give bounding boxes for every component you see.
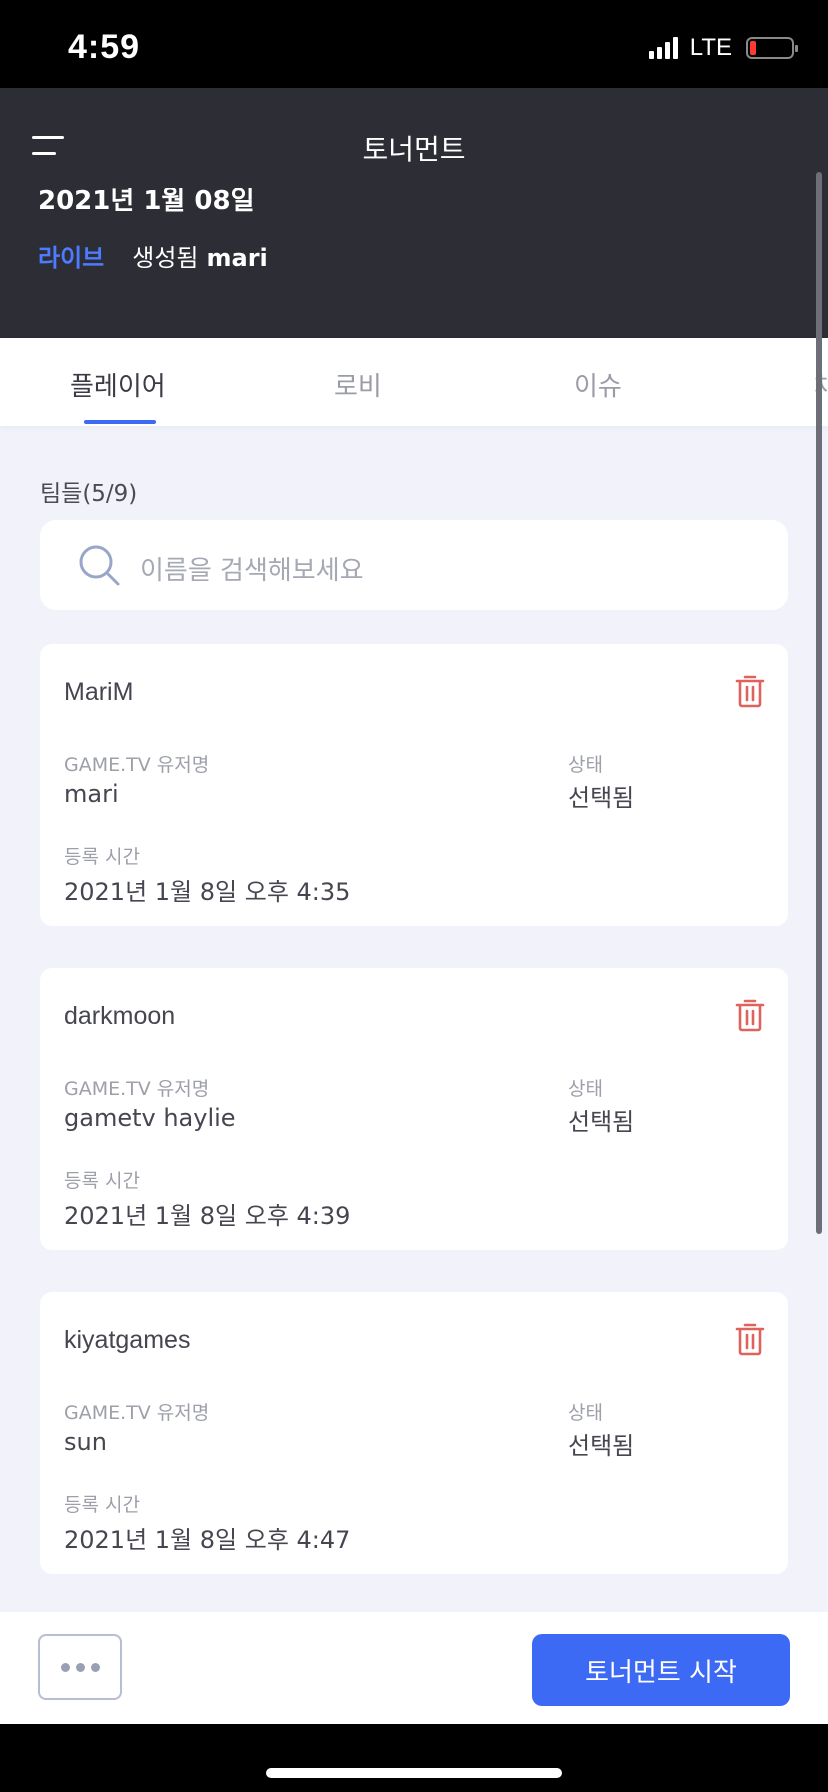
tournament-date: 2021년 1월 08일 <box>38 186 255 216</box>
tab-players[interactable]: 플레이어 <box>70 366 166 403</box>
more-dot-icon <box>60 1662 70 1672</box>
more-dot-icon <box>90 1662 100 1672</box>
tab-bar: 플레이어 로비 이슈 채 <box>0 338 828 426</box>
more-dot-icon <box>75 1662 85 1672</box>
signal-icon <box>648 37 678 59</box>
username-label: GAME.TV 유저명 <box>64 754 210 776</box>
bottom-action-bar: 토너먼트 시작 <box>0 1612 828 1724</box>
created-by: 생성됨 mari <box>132 238 268 273</box>
tournament-meta: 라이브 생성됨 mari <box>38 238 268 273</box>
tournament-header: 토너먼트 2021년 1월 08일 라이브 생성됨 mari <box>0 88 828 338</box>
status-label: 상태 <box>568 1402 603 1424</box>
created-user: mari <box>206 244 268 272</box>
search-icon <box>79 545 120 586</box>
scrollbar[interactable] <box>816 172 822 1234</box>
status-label: 상태 <box>568 1078 603 1100</box>
registered-value: 2021년 1월 8일 오후 4:35 <box>64 878 351 906</box>
trash-icon[interactable] <box>734 1322 766 1356</box>
team-card[interactable]: kiyatgames GAME.TV 유저명 sun 상태 선택됨 등록 시간 … <box>40 1292 788 1574</box>
status-bar: 4:59 LTE <box>0 0 828 88</box>
page-title: 토너먼트 <box>362 133 466 166</box>
search-placeholder: 이름을 검색해보세요 <box>140 556 364 586</box>
created-label: 생성됨 <box>132 244 199 272</box>
start-tournament-button[interactable]: 토너먼트 시작 <box>532 1634 790 1706</box>
team-name: darkmoon <box>64 1002 176 1030</box>
active-tab-indicator <box>84 420 156 424</box>
registered-label: 등록 시간 <box>64 1170 140 1192</box>
username-value: mari <box>64 780 119 808</box>
status-label: 상태 <box>568 754 603 776</box>
registered-value: 2021년 1월 8일 오후 4:47 <box>64 1526 351 1554</box>
live-badge: 라이브 <box>38 244 105 272</box>
trash-icon[interactable] <box>734 998 766 1032</box>
team-name: kiyatgames <box>64 1326 191 1354</box>
team-name: MariM <box>64 678 134 706</box>
battery-icon <box>746 37 798 59</box>
username-value: gametv haylie <box>64 1104 236 1132</box>
team-card[interactable]: MariM GAME.TV 유저명 mari 상태 선택됨 등록 시간 2021… <box>40 644 788 926</box>
status-value: 선택됨 <box>568 784 635 812</box>
tab-issues[interactable]: 이슈 <box>574 366 622 403</box>
username-label: GAME.TV 유저명 <box>64 1078 210 1100</box>
registered-label: 등록 시간 <box>64 846 140 868</box>
tab-lobby[interactable]: 로비 <box>334 366 382 403</box>
more-options-button[interactable] <box>38 1634 122 1700</box>
home-indicator[interactable] <box>266 1768 562 1778</box>
status-time: 4:59 <box>68 28 141 66</box>
network-type: LTE <box>689 34 732 61</box>
teams-count-label: 팀들(5/9) <box>40 481 138 507</box>
search-input[interactable]: 이름을 검색해보세요 <box>40 520 788 610</box>
registered-label: 등록 시간 <box>64 1494 140 1516</box>
trash-icon[interactable] <box>734 674 766 708</box>
username-label: GAME.TV 유저명 <box>64 1402 210 1424</box>
status-value: 선택됨 <box>568 1108 635 1136</box>
registered-value: 2021년 1월 8일 오후 4:39 <box>64 1202 351 1230</box>
home-indicator-area <box>0 1724 828 1792</box>
status-indicators: LTE <box>648 34 798 62</box>
username-value: sun <box>64 1428 107 1456</box>
status-value: 선택됨 <box>568 1432 635 1460</box>
team-card[interactable]: darkmoon GAME.TV 유저명 gametv haylie 상태 선택… <box>40 968 788 1250</box>
